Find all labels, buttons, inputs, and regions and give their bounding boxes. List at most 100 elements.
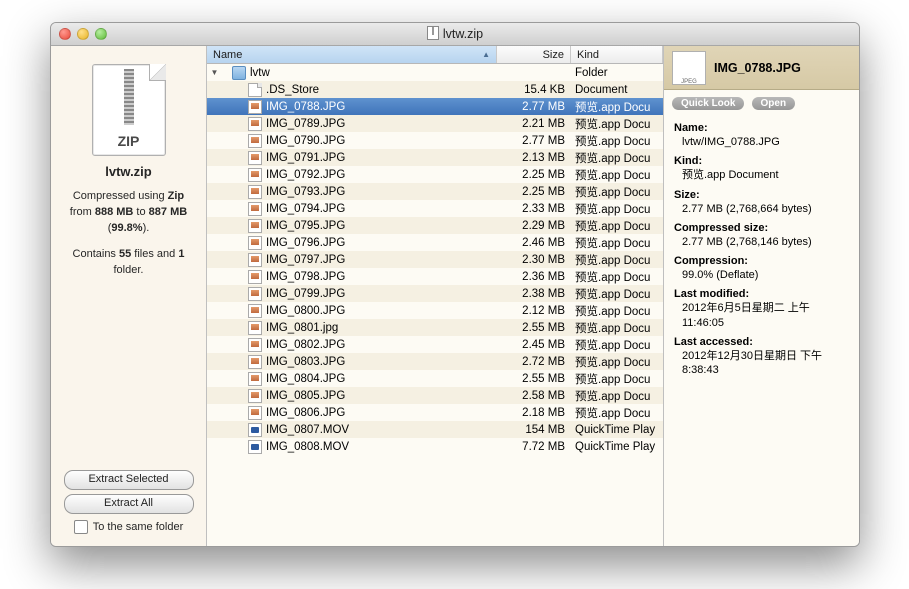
file-name: IMG_0800.JPG [266,305,345,317]
table-row[interactable]: IMG_0794.JPG2.33 MB预览.app Docu [207,200,663,217]
table-row[interactable]: IMG_0798.JPG2.36 MB预览.app Docu [207,268,663,285]
file-name: IMG_0788.JPG [266,101,345,113]
file-name: IMG_0796.JPG [266,237,345,249]
file-name: IMG_0802.JPG [266,339,345,351]
jpeg-file-icon [248,185,262,199]
file-size: 2.12 MB [497,305,571,317]
table-row[interactable]: IMG_0791.JPG2.13 MB预览.app Docu [207,149,663,166]
archive-summary: Compressed using Zip from 888 MB to 887 … [70,189,187,279]
minimize-window-button[interactable] [77,28,89,40]
detail-compressed-size-value: 2.77 MB (2,768,146 bytes) [682,235,849,249]
file-name: IMG_0804.JPG [266,373,345,385]
file-size: 2.72 MB [497,356,571,368]
jpeg-file-icon [248,168,262,182]
file-kind: 预览.app Docu [571,286,663,302]
table-row[interactable]: IMG_0790.JPG2.77 MB预览.app Docu [207,132,663,149]
column-header-name[interactable]: Name▲ [207,46,497,63]
file-size: 2.13 MB [497,152,571,164]
file-list: Name▲ Size Kind ▼lvtwFolder.DS_Store15.4… [207,46,664,546]
file-kind: 预览.app Docu [571,269,663,285]
file-size: 2.36 MB [497,271,571,283]
quick-look-button[interactable]: Quick Look [672,97,744,110]
jpeg-file-icon [248,321,262,335]
file-kind: Document [571,84,663,96]
quicktime-file-icon [248,423,262,437]
table-row[interactable]: IMG_0796.JPG2.46 MB预览.app Docu [207,234,663,251]
jpeg-file-icon [248,389,262,403]
zip-file-icon: ZIP [92,64,166,156]
file-size: 2.77 MB [497,101,571,113]
jpeg-file-icon [248,100,262,114]
file-kind: 预览.app Docu [571,303,663,319]
detail-size-label: Size: [674,189,849,201]
table-row[interactable]: IMG_0800.JPG 2.12 MB预览.app Docu [207,302,663,319]
table-row[interactable]: IMG_0803.JPG2.72 MB预览.app Docu [207,353,663,370]
file-name: IMG_0789.JPG [266,118,345,130]
table-row[interactable]: IMG_0805.JPG2.58 MB预览.app Docu [207,387,663,404]
table-row[interactable]: IMG_0806.JPG2.18 MB预览.app Docu [207,404,663,421]
file-size: 15.4 KB [497,84,571,96]
zip-badge: ZIP [93,133,165,149]
file-name: IMG_0795.JPG [266,220,345,232]
file-size: 2.25 MB [497,169,571,181]
table-row[interactable]: IMG_0802.JPG2.45 MB预览.app Docu [207,336,663,353]
same-folder-checkbox[interactable] [74,520,88,534]
close-window-button[interactable] [59,28,71,40]
column-header-kind[interactable]: Kind [571,46,663,63]
file-size: 2.38 MB [497,288,571,300]
detail-panel: IMG_0788.JPG Quick Look Open Name: lvtw/… [664,46,859,546]
file-name: IMG_0799.JPG [266,288,345,300]
open-button[interactable]: Open [752,97,796,110]
file-name: IMG_0790.JPG [266,135,345,147]
table-row[interactable]: IMG_0804.JPG2.55 MB预览.app Docu [207,370,663,387]
table-row[interactable]: IMG_0788.JPG2.77 MB预览.app Docu [207,98,663,115]
detail-compressed-size-label: Compressed size: [674,222,849,234]
jpeg-file-icon [248,134,262,148]
detail-filename: IMG_0788.JPG [714,61,801,75]
table-row[interactable]: IMG_0801.jpg 2.55 MB预览.app Docu [207,319,663,336]
file-kind: 预览.app Docu [571,320,663,336]
jpeg-file-icon [672,51,706,85]
file-kind: 预览.app Docu [571,235,663,251]
file-kind: 预览.app Docu [571,337,663,353]
jpeg-file-icon [248,304,262,318]
detail-name-value: lvtw/IMG_0788.JPG [682,135,849,149]
table-row[interactable]: IMG_0807.MOV154 MBQuickTime Play [207,421,663,438]
file-name: IMG_0793.JPG [266,186,345,198]
extract-all-button[interactable]: Extract All [64,494,194,514]
detail-kind-value: 预览.app Document [682,168,849,182]
zoom-window-button[interactable] [95,28,107,40]
detail-modified-value: 2012年6月5日星期二 上午11:46:05 [682,301,849,330]
document-proxy-icon [427,26,439,43]
file-kind: 预览.app Docu [571,201,663,217]
table-row[interactable]: IMG_0799.JPG 2.38 MB预览.app Docu [207,285,663,302]
jpeg-file-icon [248,287,262,301]
jpeg-file-icon [248,151,262,165]
file-size: 154 MB [497,424,571,436]
table-row[interactable]: IMG_0792.JPG2.25 MB预览.app Docu [207,166,663,183]
table-row[interactable]: ▼lvtwFolder [207,64,663,81]
file-size: 2.25 MB [497,186,571,198]
table-row[interactable]: IMG_0793.JPG2.25 MB预览.app Docu [207,183,663,200]
disclosure-triangle-icon[interactable]: ▼ [209,68,220,77]
table-row[interactable]: IMG_0789.JPG2.21 MB预览.app Docu [207,115,663,132]
table-row[interactable]: .DS_Store15.4 KBDocument [207,81,663,98]
file-kind: 预览.app Docu [571,405,663,421]
extract-selected-button[interactable]: Extract Selected [64,470,194,490]
detail-size-value: 2.77 MB (2,768,664 bytes) [682,202,849,216]
file-name: IMG_0791.JPG [266,152,345,164]
column-header-size[interactable]: Size [497,46,571,63]
same-folder-label: To the same folder [93,521,184,533]
file-name: IMG_0797.JPG [266,254,345,266]
file-name: IMG_0792.JPG [266,169,345,181]
file-size: 2.55 MB [497,322,571,334]
titlebar[interactable]: lvtw.zip [51,23,859,46]
table-row[interactable]: IMG_0808.MOV7.72 MBQuickTime Play [207,438,663,455]
file-kind: 预览.app Docu [571,133,663,149]
table-row[interactable]: IMG_0795.JPG2.29 MB预览.app Docu [207,217,663,234]
file-kind: 预览.app Docu [571,354,663,370]
file-name: lvtw [250,67,270,79]
table-row[interactable]: IMG_0797.JPG2.30 MB预览.app Docu [207,251,663,268]
jpeg-file-icon [248,219,262,233]
file-name: IMG_0801.jpg [266,322,338,334]
